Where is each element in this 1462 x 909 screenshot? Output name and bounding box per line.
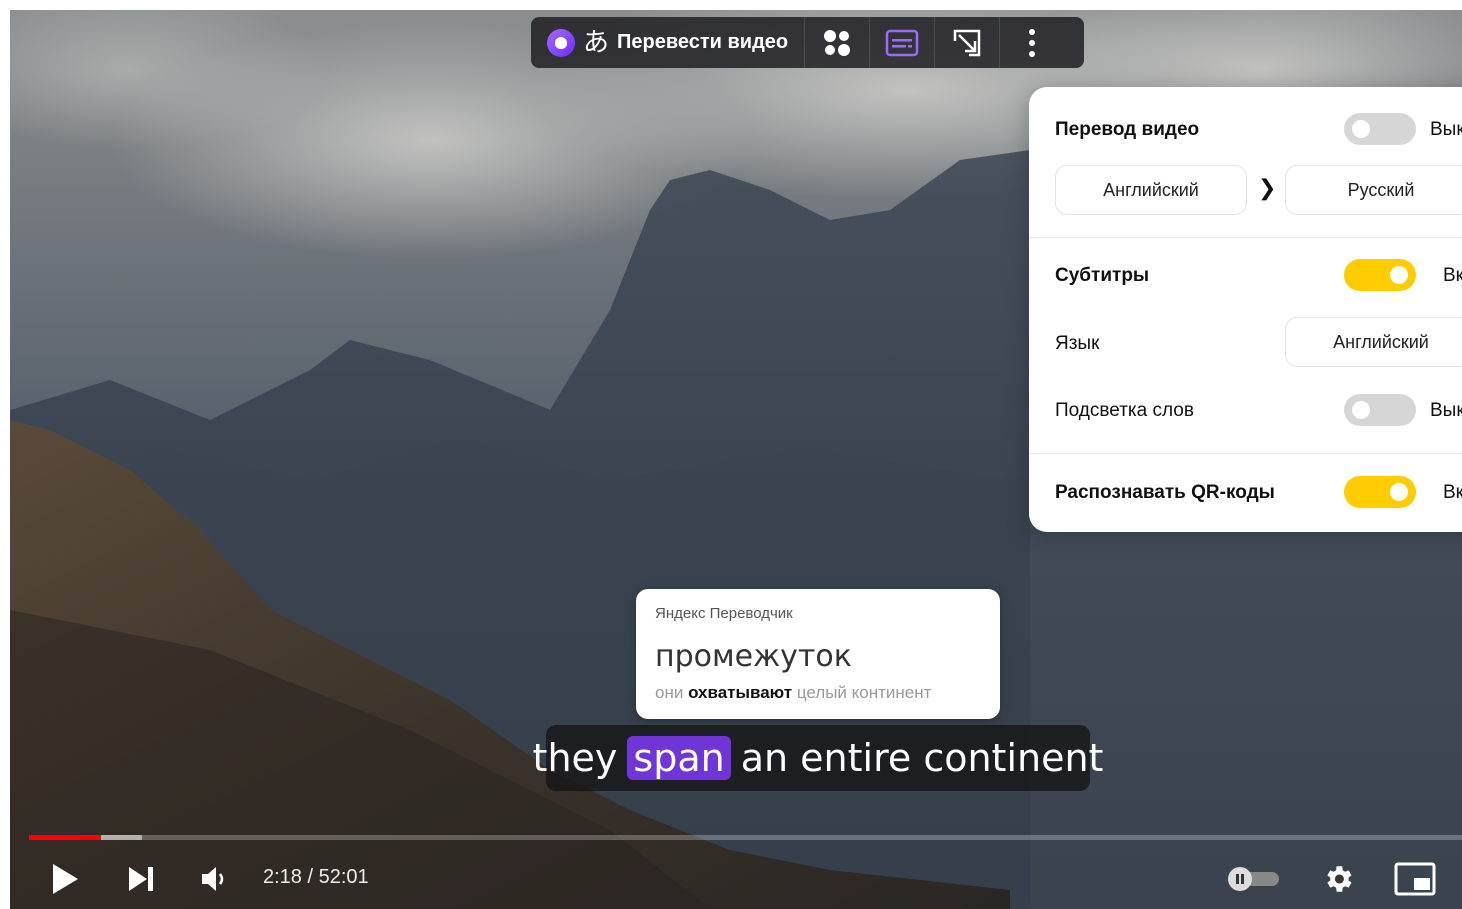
subtitles-icon bbox=[885, 29, 919, 56]
word-highlight-toggle[interactable] bbox=[1344, 394, 1416, 426]
dictionary-popup: Яндекс Переводчик промежуток они охватыв… bbox=[636, 589, 1000, 719]
toggle-knob bbox=[1390, 266, 1408, 284]
context-before: они bbox=[655, 683, 689, 702]
miniplayer-icon[interactable] bbox=[1394, 862, 1436, 896]
subtitles-title: Субтитры bbox=[1055, 265, 1150, 286]
divider bbox=[1029, 237, 1462, 238]
subtitle-highlighted-word[interactable]: span bbox=[627, 736, 731, 780]
play-icon[interactable] bbox=[50, 862, 80, 896]
next-icon[interactable] bbox=[126, 864, 156, 894]
settings-gear-icon[interactable] bbox=[1321, 862, 1355, 896]
subtitle-word[interactable]: they bbox=[527, 736, 624, 780]
toggle-knob bbox=[1390, 483, 1408, 501]
toggle-knob bbox=[1352, 120, 1370, 138]
subtitles-button[interactable] bbox=[869, 17, 934, 68]
dictionary-context: они охватывают целый континент bbox=[655, 683, 931, 703]
subtitle-rest[interactable]: an entire continent bbox=[735, 736, 1110, 780]
time-display: 2:18 / 52:01 bbox=[263, 866, 369, 888]
subtitle-language-label: Язык bbox=[1055, 333, 1100, 354]
apps-button[interactable] bbox=[804, 17, 869, 68]
video-translation-state: Вык bbox=[1430, 119, 1462, 140]
more-button[interactable] bbox=[999, 17, 1064, 68]
more-vertical-icon bbox=[1029, 28, 1036, 57]
translation-settings-panel: Перевод видео Вык Английский ❯ Русский С… bbox=[1029, 87, 1462, 532]
video-translation-title: Перевод видео bbox=[1055, 119, 1200, 140]
alice-icon bbox=[547, 28, 575, 57]
target-language-select[interactable]: Русский bbox=[1285, 165, 1462, 215]
translate-toolbar: あ Перевести видео bbox=[531, 17, 1084, 68]
source-language-select[interactable]: Английский bbox=[1055, 165, 1247, 215]
apps-icon bbox=[824, 29, 851, 56]
context-after: целый континент bbox=[792, 683, 932, 702]
toggle-knob bbox=[1352, 401, 1370, 419]
subtitles-state: Вк bbox=[1443, 265, 1462, 286]
qr-codes-state: Вк bbox=[1443, 482, 1462, 503]
progress-played bbox=[29, 835, 101, 840]
volume-icon[interactable] bbox=[199, 865, 229, 893]
subtitle-language-select[interactable]: Английский bbox=[1285, 317, 1462, 367]
subtitles-toggle[interactable] bbox=[1344, 259, 1416, 291]
language-arrow-icon: ❯ bbox=[1258, 175, 1277, 200]
subtitle-line: they span an entire continent bbox=[533, 725, 1103, 791]
video-translation-toggle[interactable] bbox=[1344, 113, 1416, 145]
translate-video-button[interactable]: あ Перевести видео bbox=[531, 17, 804, 68]
autoplay-toggle-icon[interactable] bbox=[1227, 866, 1281, 892]
expand-button[interactable] bbox=[934, 17, 999, 68]
qr-codes-title: Распознавать QR-коды bbox=[1055, 482, 1275, 503]
dictionary-source: Яндекс Переводчик bbox=[655, 605, 793, 622]
context-highlight: охватывают bbox=[688, 683, 793, 702]
progress-bar[interactable] bbox=[29, 835, 1462, 840]
expand-icon bbox=[953, 29, 981, 56]
divider bbox=[1029, 453, 1462, 454]
word-highlight-state: Вык bbox=[1430, 400, 1462, 421]
word-highlight-label: Подсветка слов bbox=[1055, 400, 1194, 421]
qr-codes-toggle[interactable] bbox=[1344, 476, 1416, 508]
translate-video-label: Перевести видео bbox=[617, 31, 789, 53]
translate-icon: あ bbox=[583, 27, 610, 58]
dictionary-word: промежуток bbox=[655, 639, 852, 674]
